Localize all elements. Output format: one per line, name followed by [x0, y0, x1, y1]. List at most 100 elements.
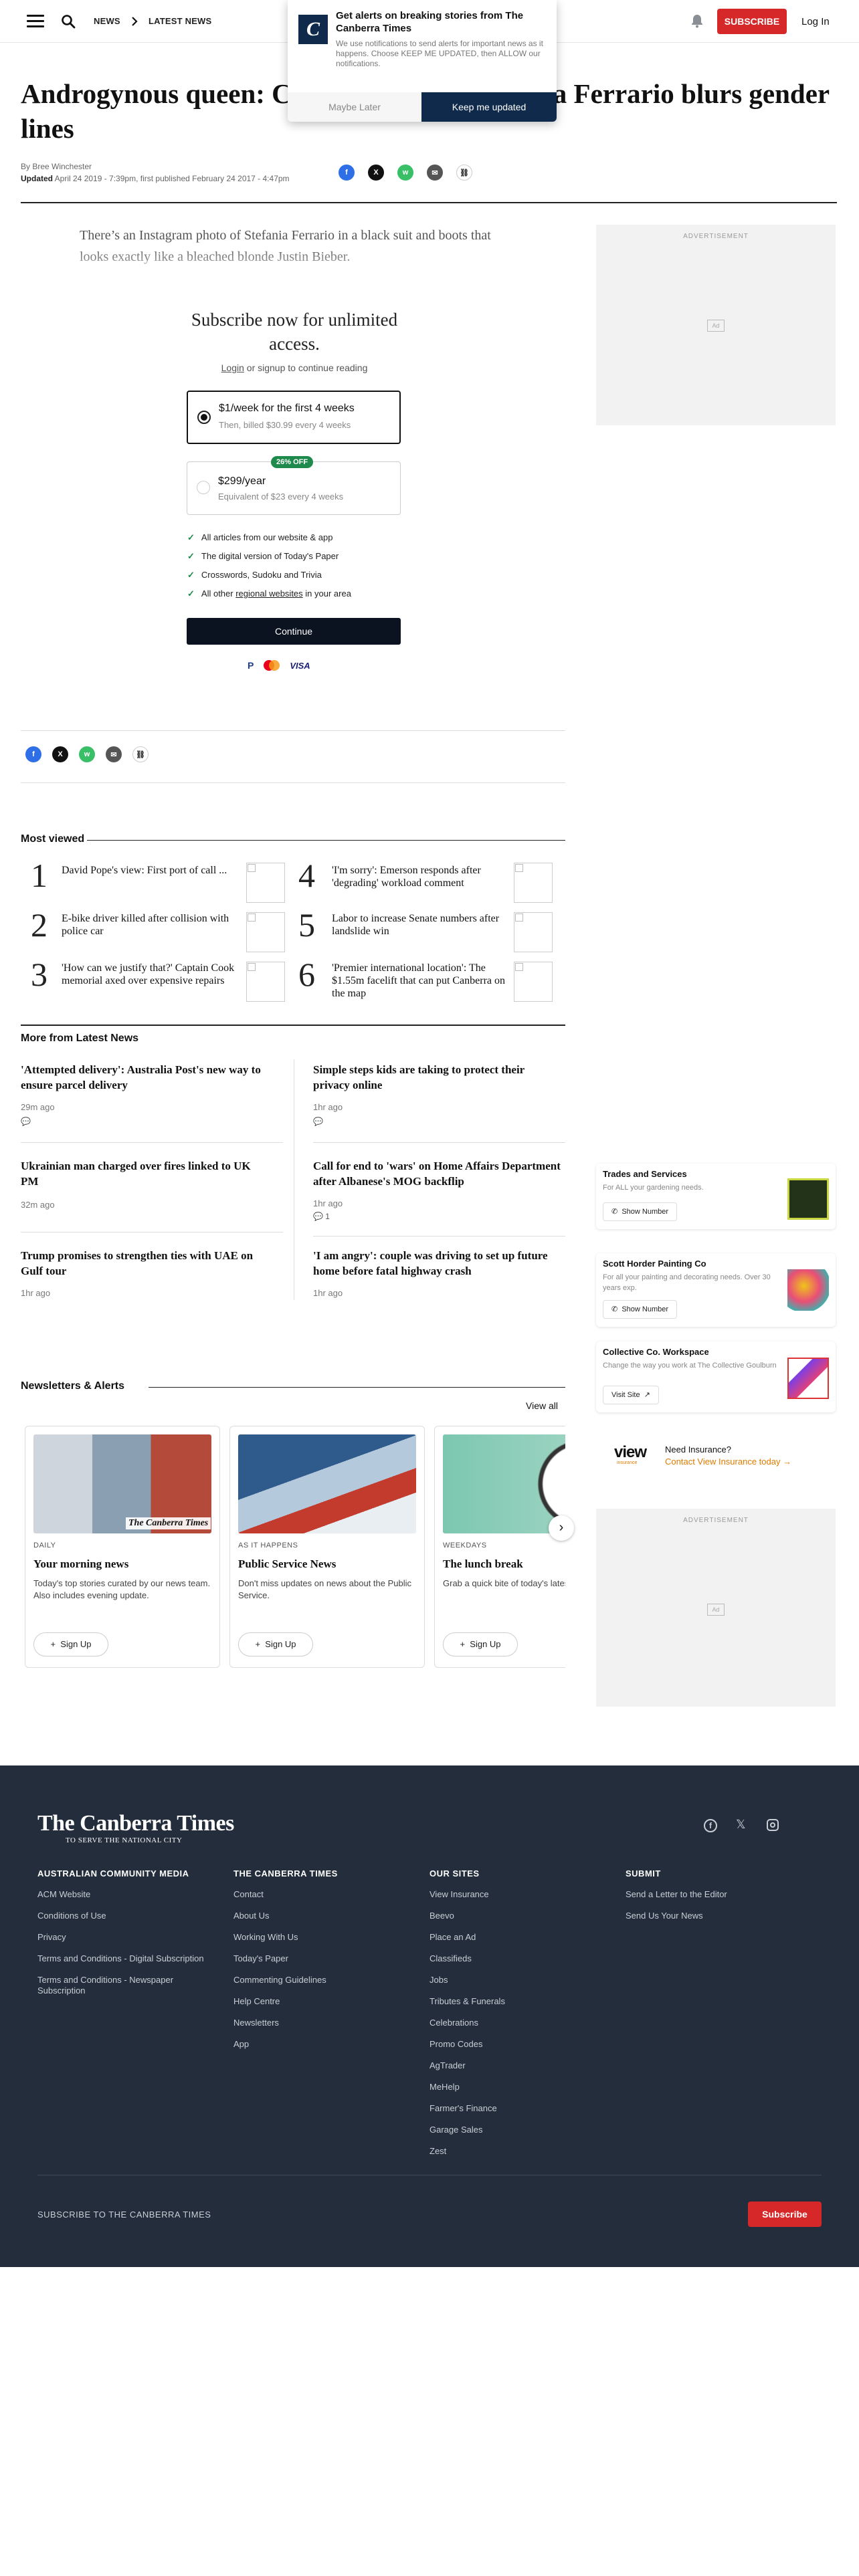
- footer-link[interactable]: MeHelp: [430, 2082, 597, 2092]
- footer-link[interactable]: App: [233, 2039, 401, 2050]
- footer-link[interactable]: View Insurance: [430, 1889, 597, 1900]
- canberra-times-logo: The Canberra Times: [126, 1517, 211, 1529]
- email-share-icon[interactable]: ✉: [427, 165, 443, 181]
- headline-line-2: lines: [21, 113, 74, 144]
- footer-link[interactable]: Newsletters: [233, 2018, 401, 2028]
- newsletter-carousel: The Canberra Times DAILY Your morning ne…: [21, 1423, 565, 1671]
- business-card[interactable]: Scott Horder Painting Co For all your pa…: [596, 1253, 836, 1327]
- most-viewed-title[interactable]: Labor to increase Senate numbers after l…: [332, 912, 512, 938]
- subscribe-button[interactable]: SUBSCRIBE: [717, 9, 787, 34]
- visit-site-button[interactable]: Visit Site ↗: [603, 1386, 659, 1404]
- news-headline[interactable]: Ukrainian man charged over fires linked …: [21, 1158, 268, 1189]
- footer-link[interactable]: About Us: [233, 1911, 401, 1921]
- footer-link[interactable]: Terms and Conditions - Digital Subscript…: [37, 1953, 211, 1964]
- sign-up-button[interactable]: + Sign Up: [33, 1632, 108, 1656]
- business-card[interactable]: Collective Co. Workspace Change the way …: [596, 1341, 836, 1412]
- author[interactable]: By Bree Winchester: [21, 160, 290, 173]
- footer-logo[interactable]: The Canberra Times: [37, 1811, 234, 1836]
- visa-icon: VISA: [290, 660, 310, 671]
- comment-count[interactable]: 💬 1: [313, 1212, 330, 1221]
- footer-link[interactable]: Tributes & Funerals: [430, 1996, 597, 2007]
- copy-link-icon[interactable]: ⛓: [456, 165, 472, 181]
- search-icon[interactable]: [60, 13, 76, 29]
- sign-up-button[interactable]: + Sign Up: [443, 1632, 518, 1656]
- footer-link[interactable]: AgTrader: [430, 2060, 597, 2071]
- footer-link[interactable]: Beevo: [430, 1911, 597, 1921]
- notification-body: We use notifications to send alerts for …: [336, 39, 543, 68]
- footer-link[interactable]: Contact: [233, 1889, 401, 1900]
- button-label: Sign Up: [265, 1639, 296, 1649]
- footer-link[interactable]: Conditions of Use: [37, 1911, 211, 1921]
- footer-link[interactable]: Today's Paper: [233, 1953, 401, 1964]
- business-card[interactable]: Trades and Services For ALL your gardeni…: [596, 1164, 836, 1229]
- facebook-share-icon[interactable]: f: [25, 746, 41, 762]
- footer-link[interactable]: Help Centre: [233, 1996, 401, 2007]
- news-headline[interactable]: 'Attempted delivery': Australia Post's n…: [21, 1062, 268, 1093]
- mastercard-icon: [264, 660, 280, 671]
- comment-icon[interactable]: 💬: [21, 1117, 31, 1126]
- facebook-share-icon[interactable]: f: [339, 165, 355, 181]
- footer-subscribe-button[interactable]: Subscribe: [748, 2202, 822, 2227]
- whatsapp-share-icon[interactable]: w: [79, 746, 95, 762]
- most-viewed-title[interactable]: 'How can we justify that?' Captain Cook …: [62, 962, 242, 987]
- radio-selected[interactable]: [197, 411, 211, 424]
- most-viewed-title[interactable]: 'I'm sorry': Emerson responds after 'deg…: [332, 864, 512, 889]
- x-icon[interactable]: 𝕏: [736, 1818, 746, 1832]
- breadcrumb-news[interactable]: NEWS: [94, 16, 120, 26]
- view-all-link[interactable]: View all: [526, 1400, 558, 1411]
- footer-link[interactable]: Terms and Conditions - Newspaper Subscri…: [37, 1975, 211, 1996]
- footer-link[interactable]: Send Us Your News: [626, 1911, 799, 1921]
- whatsapp-share-icon[interactable]: w: [397, 165, 413, 181]
- continue-button[interactable]: Continue: [187, 618, 401, 645]
- comment-icon[interactable]: 💬: [313, 1117, 323, 1126]
- copy-link-icon[interactable]: ⛓: [132, 746, 149, 762]
- show-number-button[interactable]: ✆ Show Number: [603, 1300, 678, 1319]
- carousel-next-arrow-icon[interactable]: ›: [549, 1515, 574, 1541]
- sign-up-button[interactable]: + Sign Up: [238, 1632, 313, 1656]
- maybe-later-button[interactable]: Maybe Later: [288, 92, 421, 122]
- footer-link[interactable]: Zest: [430, 2146, 597, 2157]
- plan-option-yearly[interactable]: 26% OFF $299/year Equivalent of $23 ever…: [187, 456, 401, 515]
- facebook-icon[interactable]: f: [704, 1819, 717, 1832]
- most-viewed-title[interactable]: 'Premier international location': The $1…: [332, 962, 512, 1000]
- news-headline[interactable]: Simple steps kids are taking to protect …: [313, 1062, 561, 1093]
- business-name: Trades and Services: [603, 1169, 687, 1179]
- footer-link[interactable]: Classifieds: [430, 1953, 597, 1964]
- footer-link[interactable]: Promo Codes: [430, 2039, 597, 2050]
- paywall-login-link[interactable]: Login: [221, 362, 244, 373]
- breadcrumb-latest-news[interactable]: LATEST NEWS: [149, 16, 211, 26]
- footer-link[interactable]: Farmer's Finance: [430, 2103, 597, 2114]
- most-viewed-title[interactable]: David Pope's view: First port of call ..…: [62, 864, 229, 877]
- keep-me-updated-button[interactable]: Keep me updated: [421, 92, 557, 122]
- email-share-icon[interactable]: ✉: [106, 746, 122, 762]
- news-headline[interactable]: 'I am angry': couple was driving to set …: [313, 1248, 561, 1279]
- footer-link[interactable]: Commenting Guidelines: [233, 1975, 401, 1985]
- x-share-icon[interactable]: X: [52, 746, 68, 762]
- footer-link[interactable]: Privacy: [37, 1932, 211, 1943]
- footer-link[interactable]: Garage Sales: [430, 2125, 597, 2135]
- section-rule: [149, 1387, 565, 1388]
- most-viewed-title[interactable]: E-bike driver killed after collision wit…: [62, 912, 235, 938]
- footer-link[interactable]: ACM Website: [37, 1889, 211, 1900]
- divider: [21, 782, 565, 783]
- phone-icon: ✆: [611, 1305, 618, 1313]
- footer-link[interactable]: Working With Us: [233, 1932, 401, 1943]
- footer-link[interactable]: Place an Ad: [430, 1932, 597, 1943]
- news-headline[interactable]: Call for end to 'wars' on Home Affairs D…: [313, 1158, 561, 1189]
- instagram-icon[interactable]: [767, 1819, 779, 1831]
- show-number-button[interactable]: ✆ Show Number: [603, 1202, 678, 1221]
- hamburger-menu-icon[interactable]: [27, 15, 44, 28]
- login-link[interactable]: Log In: [801, 16, 830, 27]
- x-share-icon[interactable]: X: [368, 165, 384, 181]
- footer-link[interactable]: Send a Letter to the Editor: [626, 1889, 799, 1900]
- footer-link[interactable]: Celebrations: [430, 2018, 597, 2028]
- footer-link[interactable]: Jobs: [430, 1975, 597, 1985]
- news-headline[interactable]: Trump promises to strengthen ties with U…: [21, 1248, 268, 1279]
- plan-option-weekly[interactable]: $1/week for the first 4 weeks Then, bill…: [187, 391, 401, 444]
- insurance-contact-link[interactable]: Contact View Insurance today →: [665, 1457, 791, 1467]
- footer-col-heading: SUBMIT: [626, 1868, 661, 1879]
- radio-unselected[interactable]: [197, 481, 210, 494]
- regional-websites-link[interactable]: regional websites: [235, 588, 302, 599]
- insurance-promo[interactable]: view insurance Need Insurance? Contact V…: [614, 1443, 835, 1467]
- bell-icon[interactable]: [690, 13, 704, 28]
